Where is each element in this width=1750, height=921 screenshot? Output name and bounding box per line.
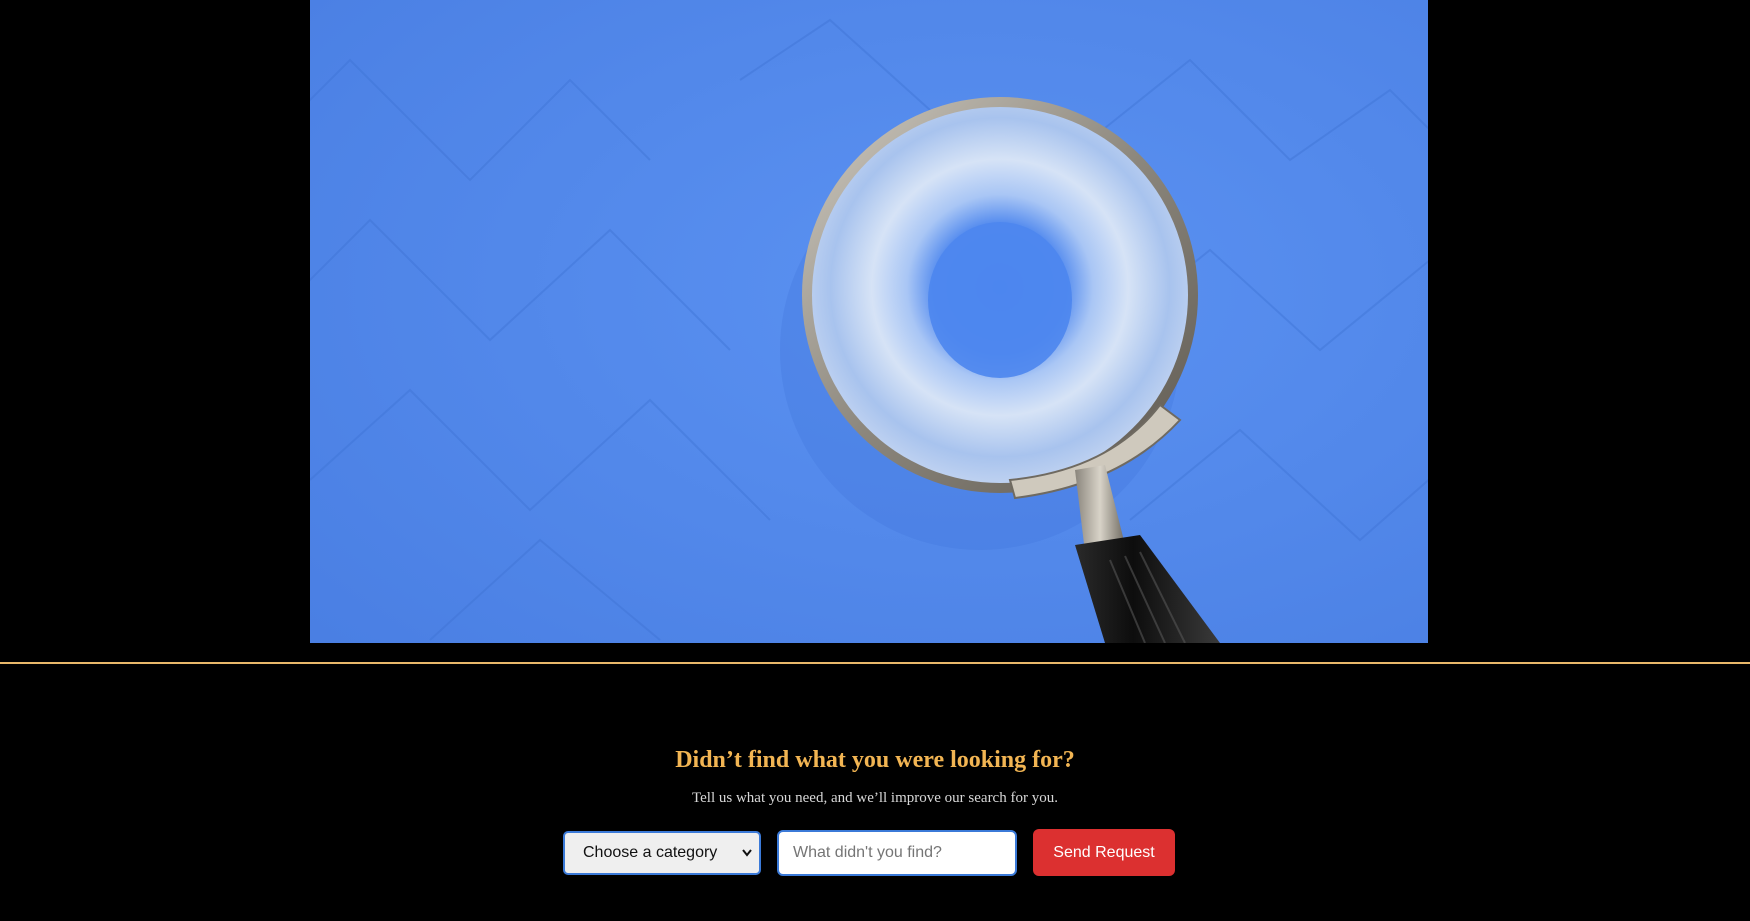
missing-item-input[interactable] bbox=[777, 829, 1017, 876]
category-select-value: Choose a category bbox=[583, 843, 718, 861]
category-select[interactable]: Choose a category bbox=[563, 830, 761, 875]
feedback-form: Choose a category Send Request bbox=[563, 829, 1175, 876]
feedback-section: Didn’t find what you were looking for? T… bbox=[0, 740, 1750, 808]
send-request-button[interactable]: Send Request bbox=[1033, 829, 1175, 876]
hero-image bbox=[310, 0, 1428, 643]
feedback-title: Didn’t find what you were looking for? bbox=[675, 747, 1075, 773]
chevron-down-icon bbox=[742, 848, 752, 857]
section-divider bbox=[0, 662, 1750, 664]
feedback-subtitle: Tell us what you need, and we’ll improve… bbox=[692, 790, 1058, 806]
magnifying-glass-illustration bbox=[310, 0, 1428, 643]
